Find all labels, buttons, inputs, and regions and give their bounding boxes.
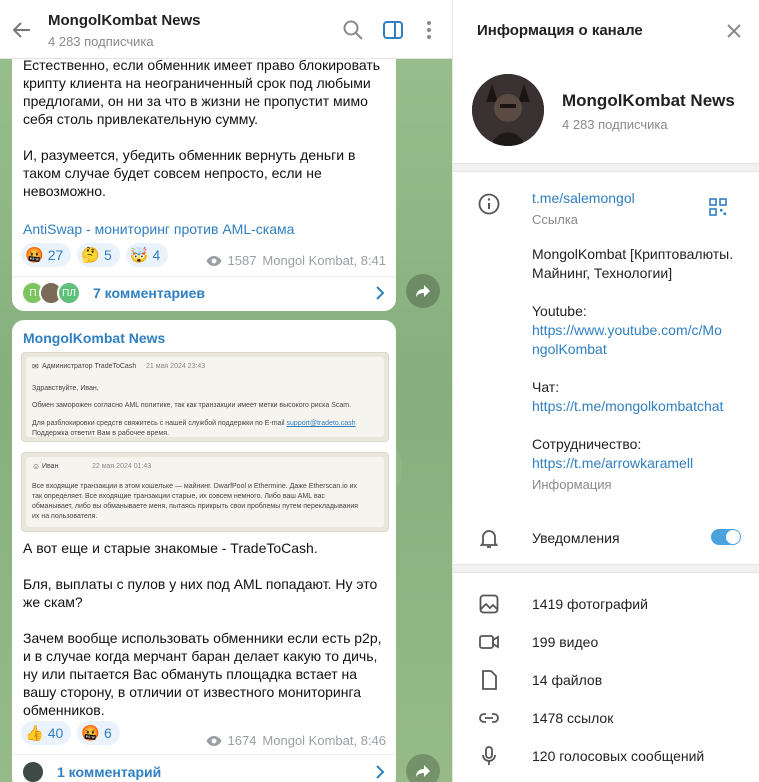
back-arrow-icon[interactable]	[10, 18, 34, 42]
youtube-link[interactable]: https://www.youtube.com/c/Mo	[532, 321, 722, 340]
comments-button[interactable]: П ПЛ 7 комментариев	[21, 278, 387, 308]
reactions: 🤬 27 🤔 5 🤯 4	[21, 243, 169, 267]
info-icon	[478, 193, 500, 215]
views-count: 1587	[227, 253, 257, 268]
coop-label: Сотрудничество:	[532, 436, 642, 452]
close-icon[interactable]	[725, 22, 743, 40]
comments-label: 7 комментариев	[93, 285, 206, 301]
video-icon	[479, 635, 499, 649]
commenter-avatars: П ПЛ	[21, 281, 81, 305]
reaction-angry[interactable]: 🤬 27	[21, 243, 72, 267]
info-caption: Информация	[532, 477, 612, 492]
more-vertical-icon[interactable]	[417, 18, 441, 42]
media-voice[interactable]: 120 голосовых сообщений	[453, 737, 759, 775]
description-line: Майнинг, Технологии]	[532, 265, 673, 281]
message-bubble[interactable]: Естественно, если обменник имеет право б…	[12, 44, 396, 311]
message-meta: 1587 Mongol Kombat, 8:41	[206, 253, 386, 268]
chat-header: MongolKombat News 4 283 подписчика	[0, 0, 452, 59]
chat-title[interactable]: MongolKombat News	[48, 12, 201, 29]
avatar	[21, 760, 45, 782]
sidebar-toggle-icon[interactable]	[381, 18, 405, 42]
section-separator	[453, 163, 759, 172]
chevron-right-icon	[376, 286, 385, 300]
post-signature: Mongol Kombat, 8:46	[262, 733, 386, 748]
channel-username-link[interactable]: t.me/salemongol	[532, 189, 635, 208]
views-eye-icon	[206, 735, 221, 746]
media-files[interactable]: 14 файлов	[453, 661, 759, 699]
panel-title: Информация о канале	[477, 22, 643, 39]
avatar-image	[472, 74, 544, 146]
views-count: 1674	[227, 733, 257, 748]
reaction-angry[interactable]: 🤬 6	[77, 721, 120, 745]
share-icon	[416, 285, 430, 297]
reaction-mindblown[interactable]: 🤯 4	[125, 243, 169, 267]
message-text: Естественно, если обменник имеет право б…	[23, 57, 381, 199]
description-line: MongolKombat [Криптовалюты.	[532, 246, 734, 262]
media-videos[interactable]: 199 видео	[453, 623, 759, 661]
comments-label: 1 комментарий	[57, 764, 162, 780]
share-button[interactable]	[406, 274, 440, 308]
chat-link[interactable]: https://t.me/mongolkombatchat	[532, 397, 723, 416]
file-icon	[482, 670, 497, 690]
channel-info-panel: Информация о канале MongolKombat News 4 …	[452, 0, 759, 782]
search-icon[interactable]	[341, 18, 365, 42]
media-links[interactable]: 1478 ссылок	[453, 699, 759, 737]
message-meta: 1674 Mongol Kombat, 8:46	[206, 733, 386, 748]
notifications-toggle[interactable]	[711, 529, 741, 545]
chat-area: Естественно, если обменник имеет право б…	[0, 0, 452, 782]
share-icon	[416, 765, 430, 777]
message-text: А вот еще и старые знакомые - TradeToCas…	[23, 540, 382, 718]
channel-subscribers: 4 283 подписчика	[562, 117, 668, 132]
channel-name: MongolKombat News	[562, 91, 735, 110]
views-eye-icon	[206, 255, 221, 266]
message-link[interactable]: AntiSwap - мониторинг против AML-скама	[23, 220, 385, 238]
share-button[interactable]	[406, 754, 440, 782]
divider	[12, 754, 396, 755]
comments-button[interactable]: 1 комментарий	[21, 757, 387, 782]
qr-code-icon[interactable]	[709, 198, 727, 216]
notifications-label: Уведомления	[532, 530, 620, 546]
attached-image[interactable]: ☺ Иван 22 мая 2024 01:43 Все входящие тр…	[21, 452, 389, 532]
avatar: ПЛ	[57, 281, 81, 305]
divider	[12, 276, 396, 277]
youtube-link-cont[interactable]: ngolKombat	[532, 340, 607, 359]
reaction-thumbs-up[interactable]: 👍 40	[21, 721, 72, 745]
reaction-thinking[interactable]: 🤔 5	[77, 243, 120, 267]
bell-icon	[479, 530, 499, 548]
message-sender[interactable]: MongolKombat News	[23, 330, 165, 346]
reactions: 👍 40 🤬 6	[21, 721, 120, 745]
microphone-icon	[482, 746, 496, 765]
username-caption: Ссылка	[532, 212, 579, 227]
attached-image[interactable]: ✉ Администратор TradeToCash 21 мая 2024 …	[21, 352, 389, 442]
youtube-label: Youtube:	[532, 303, 587, 319]
media-photos[interactable]: 1419 фотографий	[453, 585, 759, 623]
image-avatar-icon: ☺	[32, 462, 41, 471]
coop-link[interactable]: https://t.me/arrowkaramell	[532, 454, 693, 473]
chat-subscribers: 4 283 подписчика	[48, 34, 154, 49]
channel-avatar[interactable]	[472, 74, 544, 146]
commenter-avatars	[21, 760, 45, 782]
message-bubble[interactable]: MongolKombat News ✉ Администратор TradeT…	[12, 320, 396, 782]
image-avatar-icon: ✉	[32, 362, 39, 371]
chevron-right-icon	[376, 765, 385, 779]
post-signature: Mongol Kombat, 8:41	[262, 253, 386, 268]
photo-icon	[479, 594, 499, 614]
section-separator	[453, 564, 759, 573]
chat-label: Чат:	[532, 379, 560, 395]
link-icon	[479, 713, 499, 723]
